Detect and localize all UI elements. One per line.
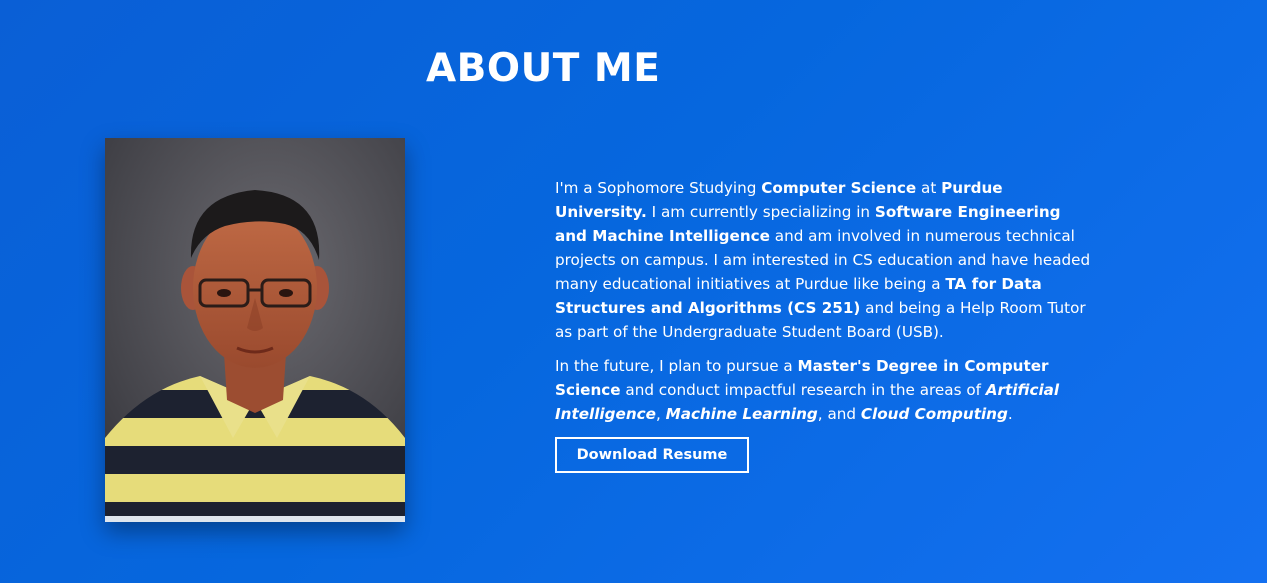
highlight-ml: Machine Learning <box>665 405 818 423</box>
bio-text: I'm a Sophomore Studying Computer Scienc… <box>555 176 1095 436</box>
highlight-cloud: Cloud Computing <box>860 405 1008 423</box>
highlight-major: Computer Science <box>761 179 917 197</box>
profile-photo-illustration <box>105 138 405 522</box>
section-title: ABOUT ME <box>426 46 661 91</box>
bio-paragraph-1: I'm a Sophomore Studying Computer Scienc… <box>555 179 1091 341</box>
download-resume-button[interactable]: Download Resume <box>555 437 749 473</box>
profile-photo <box>105 138 405 522</box>
about-section: ABOUT ME I'm a Sophomore Studying Comput… <box>0 0 1267 583</box>
bio-paragraph-2: In the future, I plan to pursue a Master… <box>555 357 1060 423</box>
